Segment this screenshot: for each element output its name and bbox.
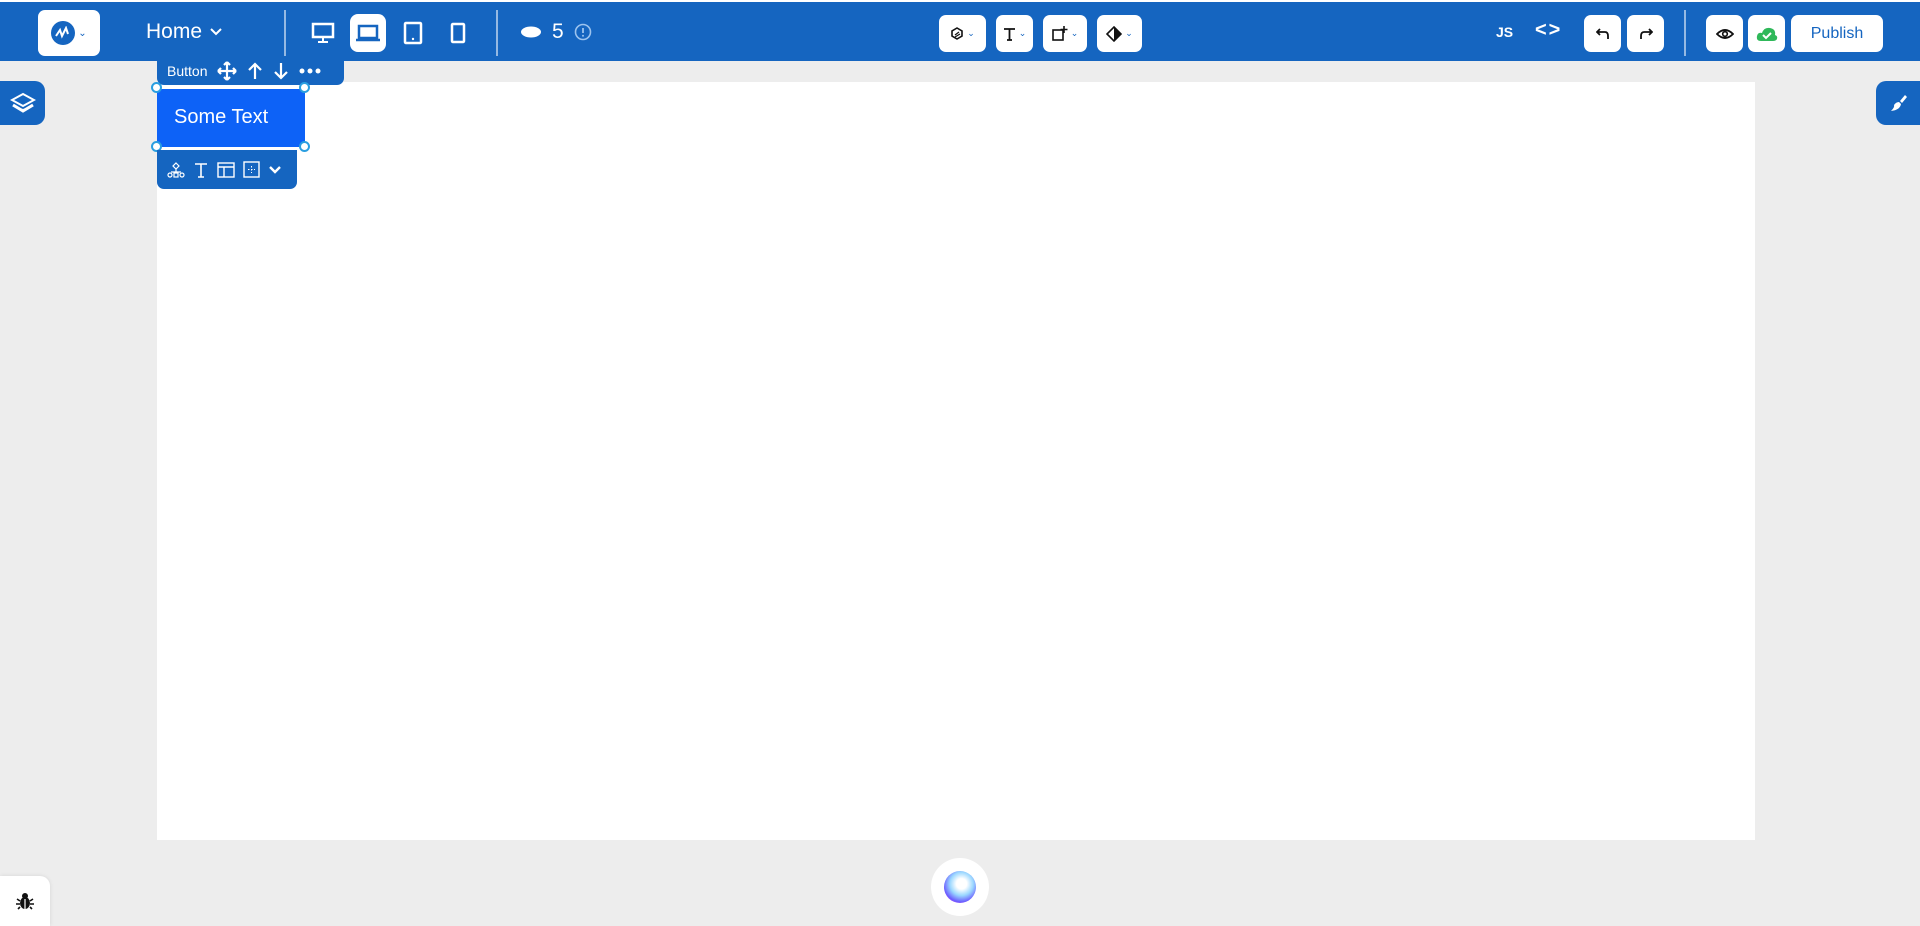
text-tool-button[interactable]: ⌄ [996,15,1033,52]
app-menu-button[interactable]: ⌄ [38,10,100,56]
code-button[interactable]: <> [1535,19,1562,42]
info-icon[interactable] [574,23,592,41]
tablet-icon [403,21,423,45]
ai-assistant-button[interactable] [931,858,989,916]
resize-handle-bottom-right[interactable] [299,141,310,152]
chevron-down-icon: ⌄ [1070,28,1079,38]
contrast-icon [1106,25,1123,42]
cloud-check-icon [1756,27,1777,41]
publish-button[interactable]: Publish [1791,15,1883,52]
divider [284,10,286,56]
redo-icon [1639,27,1653,39]
credits-count: 5 [552,20,564,43]
element-type-label: Button [167,63,208,79]
js-button[interactable]: JS [1496,24,1513,40]
resize-handle-top-left[interactable] [151,82,162,93]
page-selector-label: Home [146,20,203,43]
device-desktop-button[interactable] [305,14,341,52]
chevron-down-icon[interactable] [268,165,282,175]
device-mobile-button[interactable] [440,14,476,52]
text-icon [1003,27,1015,41]
page-canvas[interactable] [157,82,1755,840]
redo-button[interactable] [1627,15,1664,52]
text-icon[interactable] [193,161,209,179]
chevron-down-icon: ⌄ [967,28,975,38]
spacing-icon[interactable] [243,161,260,178]
bug-icon [16,893,34,910]
mobile-icon [450,22,466,44]
resize-handle-top-right[interactable] [299,82,310,93]
ai-tool-button[interactable]: ⌄ [939,15,986,52]
move-icon[interactable] [217,61,238,81]
debug-button[interactable] [0,876,50,926]
logo-icon [51,21,76,45]
laptop-icon [356,24,380,42]
device-tablet-button[interactable] [395,14,431,52]
save-status-button[interactable] [1748,15,1785,52]
divider [496,10,498,56]
layout-icon[interactable] [217,161,235,178]
add-element-tool-button[interactable]: ⌄ [1043,15,1087,52]
element-toolbar: Button [157,57,344,85]
undo-icon [1595,27,1609,39]
layers-panel-button[interactable] [0,81,45,125]
arrow-up-icon[interactable] [247,62,263,80]
paintbrush-icon [1891,95,1907,111]
element-quick-tools [157,150,297,189]
structure-icon[interactable] [167,161,185,179]
theme-tool-button[interactable]: ⌄ [1097,15,1142,52]
page-selector[interactable]: Home [146,20,222,44]
chevron-down-icon: ⌄ [78,27,87,39]
selection-outline [157,87,305,147]
chevron-down-icon: ⌄ [1125,28,1133,38]
ai-orb-icon [944,871,976,903]
device-laptop-button[interactable] [350,14,386,52]
top-toolbar: ⌄ Home 5 ⌄ ⌄ ⌄ ⌄ JS <> Publish [0,0,1920,61]
layers-icon [9,92,36,113]
coin-icon [521,26,541,38]
eye-icon [1715,28,1734,39]
more-options-icon[interactable] [299,68,321,74]
chevron-down-icon [210,28,222,36]
ai-icon [951,27,964,40]
divider [1684,10,1686,56]
desktop-icon [311,22,335,43]
arrow-down-icon[interactable] [273,62,289,80]
undo-button[interactable] [1584,15,1621,52]
style-panel-button[interactable] [1876,81,1920,125]
credits-indicator[interactable]: 5 [520,20,592,44]
add-element-icon [1051,26,1068,41]
chevron-down-icon: ⌄ [1018,28,1027,38]
preview-button[interactable] [1706,15,1743,52]
